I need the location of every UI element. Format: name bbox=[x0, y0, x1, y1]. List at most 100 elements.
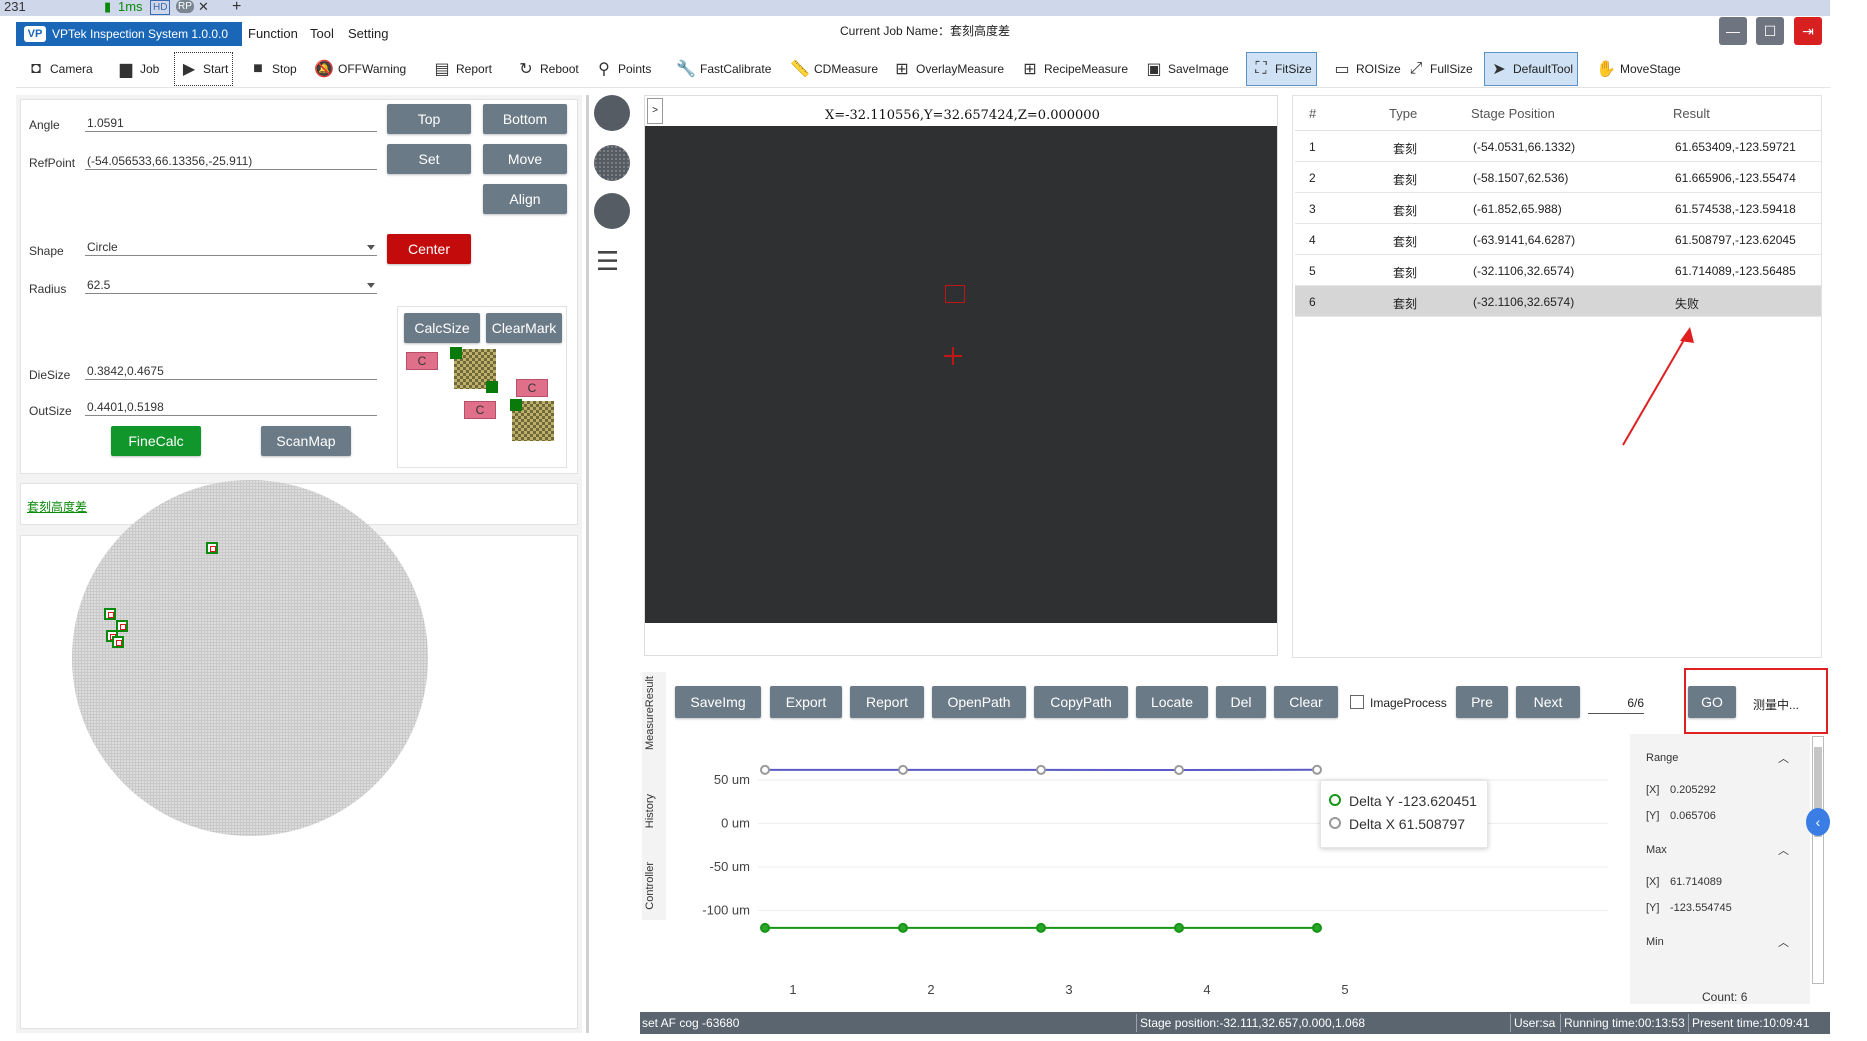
wafer-die-mark[interactable] bbox=[104, 608, 116, 620]
offwarning-button[interactable]: 🔕 OFFWarning bbox=[310, 52, 410, 86]
outsize-input[interactable]: 0.4401,0.5198 bbox=[85, 398, 377, 416]
table-row[interactable]: 5 套刻 (-32.1106,32.6574) 61.714089,-123.5648… bbox=[1295, 255, 1821, 286]
points-button[interactable]: ⚲ Points bbox=[590, 52, 655, 86]
report-button[interactable]: ▤ Report bbox=[428, 52, 496, 86]
diesize-input[interactable]: 0.3842,0.4675 bbox=[85, 362, 377, 380]
center-button[interactable]: Center bbox=[387, 234, 471, 264]
shape-select[interactable]: Circle bbox=[85, 238, 377, 256]
stop-button[interactable]: ■ Stop bbox=[244, 52, 301, 86]
fullsize-button[interactable]: ⤢ FullSize bbox=[1402, 52, 1477, 86]
chevron-down-icon bbox=[367, 283, 375, 288]
image-viewer[interactable]: > X=-32.110556,Y=32.657424,Z=0.000000 bbox=[644, 95, 1278, 656]
tab-measureresult[interactable]: MeasureResult bbox=[644, 676, 656, 750]
data-point-delta-y[interactable] bbox=[760, 922, 770, 933]
clearmark-button[interactable]: ClearMark bbox=[486, 313, 562, 343]
clear-button[interactable]: Clear bbox=[1274, 686, 1338, 718]
statistics-panel: Range ︿ [X] 0.205292 [Y] 0.065706 Max ︿ … bbox=[1630, 734, 1810, 1004]
job-button[interactable]: ▆ Job bbox=[112, 52, 163, 86]
maximize-button[interactable]: ☐ bbox=[1756, 17, 1784, 45]
table-row[interactable]: 4 套刻 (-63.9141,64.6287) 61.508797,-123.6204… bbox=[1295, 224, 1821, 255]
data-point-delta-y[interactable] bbox=[1174, 922, 1184, 933]
copypath-button[interactable]: CopyPath bbox=[1034, 686, 1128, 718]
collapse-chevron-left-icon[interactable]: ‹ bbox=[1806, 808, 1830, 836]
menu-function[interactable]: Function bbox=[248, 26, 298, 41]
tab-close-icon[interactable]: ✕ bbox=[198, 0, 209, 13]
angle-input[interactable]: 1.0591 bbox=[85, 114, 377, 132]
roi-rectangle[interactable] bbox=[945, 285, 965, 303]
top-button[interactable]: Top bbox=[387, 104, 471, 134]
menu-tool[interactable]: Tool bbox=[310, 26, 334, 41]
data-point-delta-y[interactable] bbox=[1312, 922, 1322, 933]
result-chart[interactable]: 50 um0 um-50 um-100 um012345 bbox=[668, 730, 1618, 1000]
export-button[interactable]: Export bbox=[770, 686, 842, 718]
wafer-grid-icon[interactable] bbox=[594, 145, 630, 181]
start-button[interactable]: ▶ Start bbox=[174, 52, 234, 86]
locate-button[interactable]: Locate bbox=[1136, 686, 1208, 718]
bottom-button[interactable]: Bottom bbox=[483, 104, 567, 134]
fitsize-button[interactable]: ⛶ FitSize bbox=[1246, 52, 1317, 86]
defaulttool-button[interactable]: ➤ DefaultTool bbox=[1484, 52, 1579, 86]
openpath-button[interactable]: OpenPath bbox=[932, 686, 1026, 718]
checklist-icon[interactable]: ☰ bbox=[596, 245, 628, 277]
expand-toggle[interactable]: > bbox=[647, 98, 663, 124]
tab-history[interactable]: History bbox=[644, 794, 656, 828]
tab-controller[interactable]: Controller bbox=[644, 862, 656, 910]
new-tab-icon[interactable]: + bbox=[232, 0, 241, 15]
data-point-delta-x[interactable] bbox=[760, 764, 770, 775]
wafer-die-mark[interactable] bbox=[206, 542, 218, 554]
imageprocess-checkbox[interactable] bbox=[1350, 695, 1364, 709]
chevron-up-icon[interactable]: ︿ bbox=[1778, 934, 1789, 950]
table-row[interactable]: 1 套刻 (-54.0531,66.1332) 61.653409,-123.5972… bbox=[1295, 131, 1821, 162]
del-button[interactable]: Del bbox=[1216, 686, 1266, 718]
report-result-button[interactable]: Report bbox=[850, 686, 924, 718]
saveimg-button[interactable]: SaveImg bbox=[675, 686, 761, 718]
pre-button[interactable]: Pre bbox=[1456, 686, 1508, 718]
table-row-selected[interactable]: 6 套刻 (-32.1106,32.6574) 失败 bbox=[1295, 286, 1821, 317]
exit-button[interactable]: ⇥ bbox=[1794, 17, 1822, 45]
chevron-up-icon[interactable]: ︿ bbox=[1778, 842, 1789, 858]
stats-scrollbar[interactable] bbox=[1812, 736, 1824, 984]
scanmap-button[interactable]: ScanMap bbox=[261, 426, 351, 456]
refpoint-input[interactable]: (-54.056533,66.13356,-25.911) bbox=[85, 152, 377, 170]
status-divider bbox=[1688, 1014, 1689, 1032]
wafer-die-mark[interactable] bbox=[112, 636, 124, 648]
panel-splitter[interactable] bbox=[586, 95, 589, 1033]
job-link[interactable]: 套刻高度差 bbox=[27, 498, 87, 515]
finecalc-button[interactable]: FineCalc bbox=[111, 426, 201, 456]
camera-image[interactable] bbox=[645, 126, 1277, 623]
data-point-delta-y[interactable] bbox=[898, 922, 908, 933]
snapshot-camera-icon[interactable] bbox=[594, 95, 630, 131]
camera-button[interactable]: ◘ Camera bbox=[22, 52, 97, 86]
table-row[interactable]: 3 套刻 (-61.852,65.988) 61.574538,-123.59418 bbox=[1295, 193, 1821, 224]
overlaymeasure-label: OverlayMeasure bbox=[916, 62, 1005, 76]
minimize-button[interactable]: — bbox=[1719, 17, 1747, 45]
page-indicator[interactable]: 6/6 bbox=[1588, 692, 1644, 714]
chevron-up-icon[interactable]: ︿ bbox=[1778, 750, 1789, 766]
calcsize-button[interactable]: CalcSize bbox=[404, 313, 480, 343]
radius-select[interactable]: 62.5 bbox=[85, 276, 377, 294]
menu-setting[interactable]: Setting bbox=[348, 26, 388, 41]
wafer-map[interactable] bbox=[72, 480, 428, 836]
data-point-delta-x[interactable] bbox=[1036, 764, 1046, 775]
next-button[interactable]: Next bbox=[1516, 686, 1580, 718]
reboot-button[interactable]: ↻ Reboot bbox=[512, 52, 583, 86]
data-point-delta-y[interactable] bbox=[1036, 922, 1046, 933]
fastcalibrate-button[interactable]: 🔧 FastCalibrate bbox=[672, 52, 775, 86]
cdmeasure-button[interactable]: 📏 CDMeasure bbox=[786, 52, 882, 86]
roisize-button[interactable]: ▭ ROISize bbox=[1328, 52, 1405, 86]
align-button[interactable]: Align bbox=[483, 184, 567, 214]
recipemeasure-button[interactable]: ⊞ RecipeMeasure bbox=[1016, 52, 1132, 86]
movestage-button[interactable]: ✋ MoveStage bbox=[1592, 52, 1685, 86]
data-point-delta-x[interactable] bbox=[898, 764, 908, 775]
data-point-delta-x[interactable] bbox=[1174, 764, 1184, 775]
radius-label: Radius bbox=[29, 282, 67, 296]
move-button[interactable]: Move bbox=[483, 144, 567, 174]
results-table: # Type Stage Position Result 1 套刻 (-54.053… bbox=[1292, 95, 1822, 658]
measure-tools-icon[interactable] bbox=[594, 193, 630, 229]
saveimage-button[interactable]: ▣ SaveImage bbox=[1140, 52, 1233, 86]
set-button[interactable]: Set bbox=[387, 144, 471, 174]
overlaymeasure-button[interactable]: ⊞ OverlayMeasure bbox=[888, 52, 1008, 86]
fastcalibrate-label: FastCalibrate bbox=[700, 62, 772, 76]
data-point-delta-x[interactable] bbox=[1312, 764, 1322, 775]
table-row[interactable]: 2 套刻 (-58.1507,62.536) 61.665906,-123.55474 bbox=[1295, 162, 1821, 193]
